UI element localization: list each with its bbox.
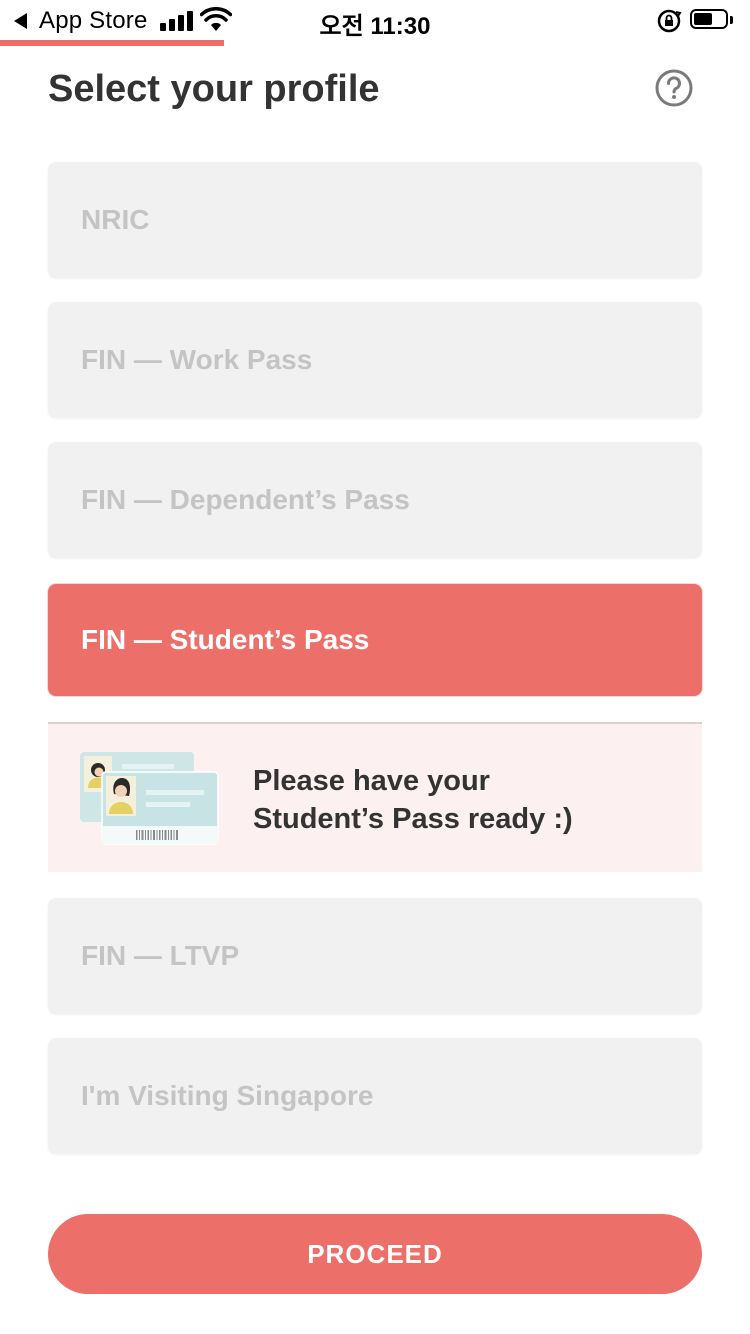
option-fin-ltvp[interactable]: FIN — LTVP [48, 898, 702, 1014]
status-bar: App Store 오전 11:30 [0, 0, 750, 44]
id-cards-illustration [80, 752, 219, 845]
status-bar-highlight [0, 40, 224, 46]
battery-icon [690, 9, 734, 31]
option-nric[interactable]: NRIC [48, 162, 702, 278]
info-message: Please have your Student’s Pass ready :) [253, 762, 573, 838]
option-fin-students-pass[interactable]: FIN — Student’s Pass [48, 584, 702, 696]
help-circle-icon[interactable] [654, 68, 694, 108]
page-title: Select your profile [48, 68, 380, 110]
status-time: 오전 11:30 [319, 13, 431, 40]
option-visiting-singapore[interactable]: I'm Visiting Singapore [48, 1038, 702, 1154]
info-message-line-2: Student’s Pass ready :) [253, 803, 573, 835]
option-fin-work-pass[interactable]: FIN — Work Pass [48, 302, 702, 418]
info-panel: Please have your Student’s Pass ready :) [48, 722, 702, 872]
info-message-line-1: Please have your [253, 765, 490, 797]
option-fin-dependents-pass[interactable]: FIN — Dependent’s Pass [48, 442, 702, 558]
proceed-button[interactable]: PROCEED [48, 1214, 702, 1294]
orientation-lock-icon [657, 9, 682, 33]
